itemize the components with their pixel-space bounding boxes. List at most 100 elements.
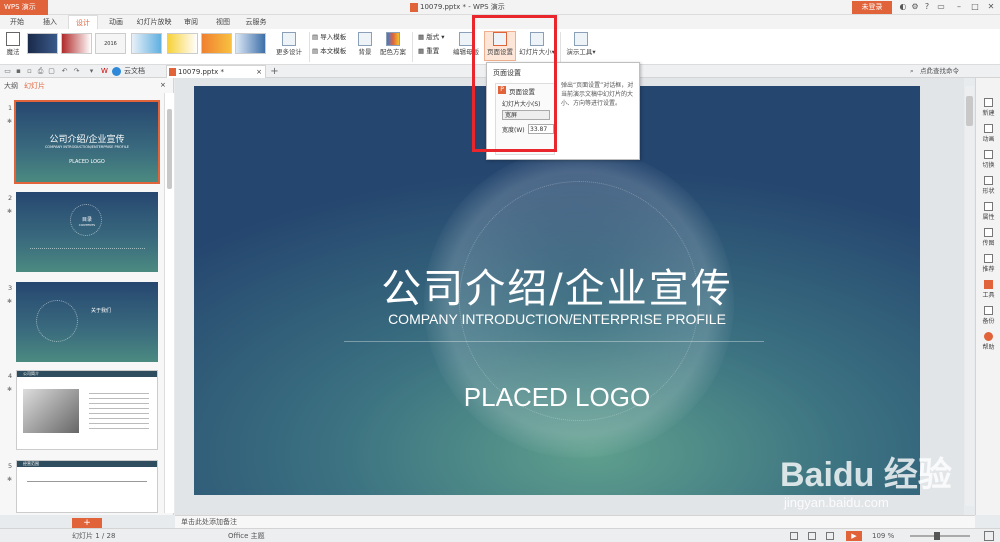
tab-view[interactable]: 视图: [210, 15, 236, 29]
slide-thumbnail-1[interactable]: 公司介绍/企业宣传 COMPANY INTRODUCTION/ENTERPRIS…: [14, 100, 160, 184]
slide-thumbnail-3[interactable]: 关于我们: [16, 282, 158, 362]
animation-button[interactable]: 动画: [976, 124, 1000, 143]
presentation-tools-label: 演示工具: [566, 48, 593, 56]
app-menu-button[interactable]: WPS 演示: [0, 0, 48, 15]
settings-icon[interactable]: ⚙: [910, 2, 920, 12]
slide-title[interactable]: 公司介绍/企业宣传: [194, 256, 920, 314]
body-template-button[interactable]: ▤ 本文模板: [312, 46, 360, 56]
tab-design[interactable]: 设计: [68, 15, 98, 29]
tab-outline[interactable]: 大纲: [4, 81, 18, 91]
upload-image-button[interactable]: 传图: [976, 228, 1000, 247]
recommend-button[interactable]: 推荐: [976, 254, 1000, 273]
minimize-icon[interactable]: –: [954, 2, 964, 12]
save-icon[interactable]: ▪: [14, 67, 23, 76]
file-tab[interactable]: 10079.pptx * ×: [166, 65, 266, 78]
ribbon-separator: [309, 32, 310, 62]
close-panel-icon[interactable]: ×: [160, 81, 166, 89]
wps-logo-icon: W: [101, 67, 108, 75]
theme-thumbnail[interactable]: [61, 33, 92, 54]
theme-thumbnail[interactable]: [27, 33, 58, 54]
tab-slides[interactable]: 幻灯片: [24, 81, 45, 91]
preview-icon[interactable]: ▢: [47, 67, 56, 76]
open-folder-icon[interactable]: ▭: [3, 67, 12, 76]
export-pdf-icon[interactable]: ▫: [25, 67, 34, 76]
magic-button[interactable]: 魔法: [3, 32, 23, 56]
print-icon[interactable]: ⎙: [36, 67, 45, 76]
slide-thumbnail-5[interactable]: 经营范围: [16, 460, 158, 513]
layout-button[interactable]: ▦ 版式 ▾: [418, 32, 452, 42]
zoom-slider[interactable]: [910, 535, 970, 537]
reading-view-icon[interactable]: [826, 532, 834, 540]
theme-thumbnail[interactable]: [167, 33, 198, 54]
customize-dropdown-icon[interactable]: ▾: [87, 67, 96, 76]
tab-home[interactable]: 开始: [2, 15, 32, 29]
tab-cloud-services[interactable]: 云服务: [240, 15, 272, 29]
slide-number: 5: [8, 462, 13, 470]
color-scheme-button[interactable]: 配色方案: [378, 32, 408, 56]
add-slide-button[interactable]: +: [72, 518, 102, 528]
thumb-title: 经营范围: [23, 461, 39, 466]
theme-name: Office 主题: [228, 532, 265, 540]
reset-button[interactable]: ▦ 重置: [418, 46, 452, 56]
close-icon[interactable]: ✕: [986, 2, 996, 12]
slide-sorter-icon[interactable]: [808, 532, 816, 540]
help-icon[interactable]: ?: [922, 2, 932, 12]
tab-animation[interactable]: 动画: [102, 15, 130, 29]
tab-slideshow[interactable]: 幻灯片放映: [132, 15, 176, 29]
slide-number: 2: [8, 194, 13, 202]
zoom-level[interactable]: 109 %: [872, 529, 894, 542]
more-design-button[interactable]: 更多设计: [272, 32, 306, 56]
fit-window-icon[interactable]: [984, 531, 994, 541]
new-button[interactable]: 新建: [976, 98, 1000, 117]
theme-thumbnail[interactable]: [235, 33, 266, 54]
body-template-label: 本文模板: [320, 47, 347, 55]
theme-thumbnail[interactable]: [131, 33, 162, 54]
properties-button[interactable]: 属性: [976, 202, 1000, 221]
thumb-title: 公司介绍/企业宣传: [49, 135, 125, 145]
background-button[interactable]: 背景: [354, 32, 376, 56]
normal-view-icon[interactable]: [790, 532, 798, 540]
shape-button[interactable]: 形状: [976, 176, 1000, 195]
slide-thumbnail-2[interactable]: 目录 CONTENTS: [16, 192, 158, 272]
tab-insert[interactable]: 插入: [36, 15, 64, 29]
canvas-scroll-thumb[interactable]: [966, 96, 973, 126]
pptx-file-icon: [169, 68, 176, 76]
play-slideshow-icon[interactable]: ▶: [846, 531, 862, 541]
maximize-icon[interactable]: □: [970, 2, 980, 12]
redo-icon[interactable]: ↷: [72, 67, 81, 76]
skin-icon[interactable]: ◐: [898, 2, 908, 12]
close-tab-icon[interactable]: ×: [256, 66, 262, 78]
ribbon-separator: [412, 32, 413, 62]
theme-thumbnail[interactable]: [201, 33, 232, 54]
transition-label: 切换: [982, 162, 995, 169]
undo-icon[interactable]: ↶: [60, 67, 69, 76]
slide-thumbnail-4[interactable]: 公司简介: [16, 370, 158, 450]
shape-icon: [984, 176, 993, 185]
help-label: 帮助: [982, 344, 995, 351]
slide-subtitle[interactable]: COMPANY INTRODUCTION/ENTERPRISE PROFILE: [194, 311, 920, 327]
login-button[interactable]: 未登录: [852, 1, 892, 14]
slide-logo-placeholder[interactable]: PLACED LOGO: [194, 382, 920, 413]
transition-button[interactable]: 切换: [976, 150, 1000, 169]
zoom-slider-handle[interactable]: [934, 532, 940, 540]
help-button[interactable]: 帮助: [976, 332, 1000, 351]
presentation-tools-button[interactable]: 演示工具▾: [563, 32, 599, 56]
tab-review[interactable]: 审阅: [178, 15, 204, 29]
thumb-title: 目录: [81, 217, 92, 223]
panel-scrollbar[interactable]: [164, 93, 174, 513]
shape-label: 形状: [982, 188, 995, 195]
backup-icon: [984, 306, 993, 315]
slide-number: 1: [8, 104, 13, 112]
thumb-text-lines: [89, 393, 149, 433]
backup-button[interactable]: 备份: [976, 306, 1000, 325]
theme-thumbnail[interactable]: 2016: [95, 33, 126, 54]
command-search[interactable]: ⌕ 点此查找命令: [910, 66, 998, 77]
restore-icon[interactable]: ▭: [936, 2, 946, 12]
panel-scroll-thumb[interactable]: [167, 109, 172, 189]
cloud-docs-tab[interactable]: 云文档: [112, 66, 145, 77]
new-tab-icon[interactable]: +: [270, 67, 279, 77]
watermark-url: jingyan.baidu.com: [784, 495, 889, 510]
presentation-tools-icon: [574, 32, 588, 46]
import-template-button[interactable]: ▤ 导入模板: [312, 32, 360, 42]
tools-button[interactable]: 工具: [976, 280, 1000, 299]
